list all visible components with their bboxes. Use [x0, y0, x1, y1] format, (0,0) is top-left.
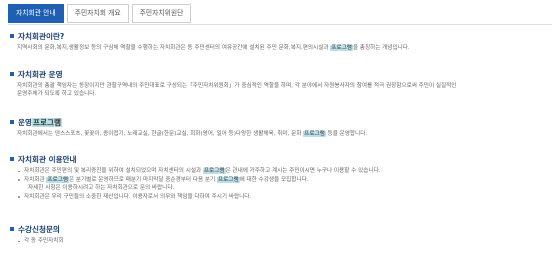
highlight: 프로그램 [330, 45, 353, 51]
section-text-line: 운영주체가 되도록 하고 있습니다. [17, 91, 97, 97]
list-item-continuation: 자세한 사항은 이용하시려고 하는 자치회관으로 문의 바랍니다. [28, 185, 175, 192]
square-bullet-icon [10, 120, 14, 124]
list-item: 자치회관은 주민편의 및 복리증진을 위하여 설치되었으며 자치센터의 시설과 … [18, 167, 550, 176]
highlight: 프로그램 [217, 176, 240, 183]
tab-resident-council-overview[interactable]: 주민자치회 개요 [66, 4, 129, 23]
highlight: 프로그램 [46, 176, 69, 183]
list-item: 자치회관 프로그램은 분기별로 운영하므로 매분기 마지막달 중순경부터 다음 … [18, 176, 550, 185]
list-item: 자치회관은 우리 구민들의 소중한 재산입니다. 이용자로서 의무와 책임을 다… [18, 193, 550, 202]
section-text-line: 자치회관의 총괄 책임자는 동장이지만 관할구역내의 주민대표로 구성되는「주민… [17, 83, 457, 89]
section-title: 자치회관 운영 [18, 69, 63, 79]
section-title: 자치회관 이용안내 [18, 154, 77, 164]
square-bullet-icon [10, 34, 14, 38]
tab-divider [8, 24, 552, 25]
section-text: 자치회관에서는 댄스스포츠, 꽃꽂이, 종이접기, 노래교실, 한글(한문)교실… [17, 131, 368, 137]
section-title: 운영프로그램 [18, 117, 62, 127]
highlight: 프로그램 [303, 131, 326, 137]
tab-resident-council-members[interactable]: 주민자치위원단 [131, 4, 192, 23]
section-usage-guide: 자치회관 이용안내 자치회관은 주민편의 및 복리증진을 위하여 설치되었으며 … [10, 153, 550, 201]
section-title: 자치회관이란? [18, 31, 65, 41]
highlight: 프로그램 [31, 117, 62, 127]
inquiry-list: 각 동 주민자치회 [18, 237, 550, 246]
square-bullet-icon [10, 227, 14, 231]
list-item: 각 동 주민자치회 [18, 237, 550, 246]
section-text: 지역사회의 문화,복지,생활정보 등의 구심체 역할을 수행하는 자치회관은 동… [17, 45, 410, 51]
section-what-is-hall: 자치회관이란? 지역사회의 문화,복지,생활정보 등의 구심체 역할을 수행하는… [10, 30, 550, 52]
section-operation: 자치회관 운영 자치회관의 총괄 책임자는 동장이지만 관할구역내의 주민대표로… [10, 68, 550, 98]
highlight: 프로그램 [202, 168, 226, 174]
section-enrollment-inquiry: 수강신청문의 각 동 주민자치회 [10, 223, 550, 246]
square-bullet-icon [10, 72, 14, 76]
page: 자치회관 안내 주민자치회 개요 주민자치위원단 자치회관이란? 지역사회의 문… [0, 0, 560, 268]
square-bullet-icon [10, 157, 14, 161]
usage-list: 자치회관은 주민편의 및 복리증진을 위하여 설치되었으며 자치센터의 시설과 … [18, 167, 550, 201]
section-title: 수강신청문의 [18, 224, 60, 234]
tab-community-hall-guide[interactable]: 자치회관 안내 [8, 4, 64, 23]
tab-bar: 자치회관 안내 주민자치회 개요 주민자치위원단 [8, 4, 194, 23]
section-programs: 운영프로그램 자치회관에서는 댄스스포츠, 꽃꽂이, 종이접기, 노래교실, 한… [10, 116, 550, 138]
